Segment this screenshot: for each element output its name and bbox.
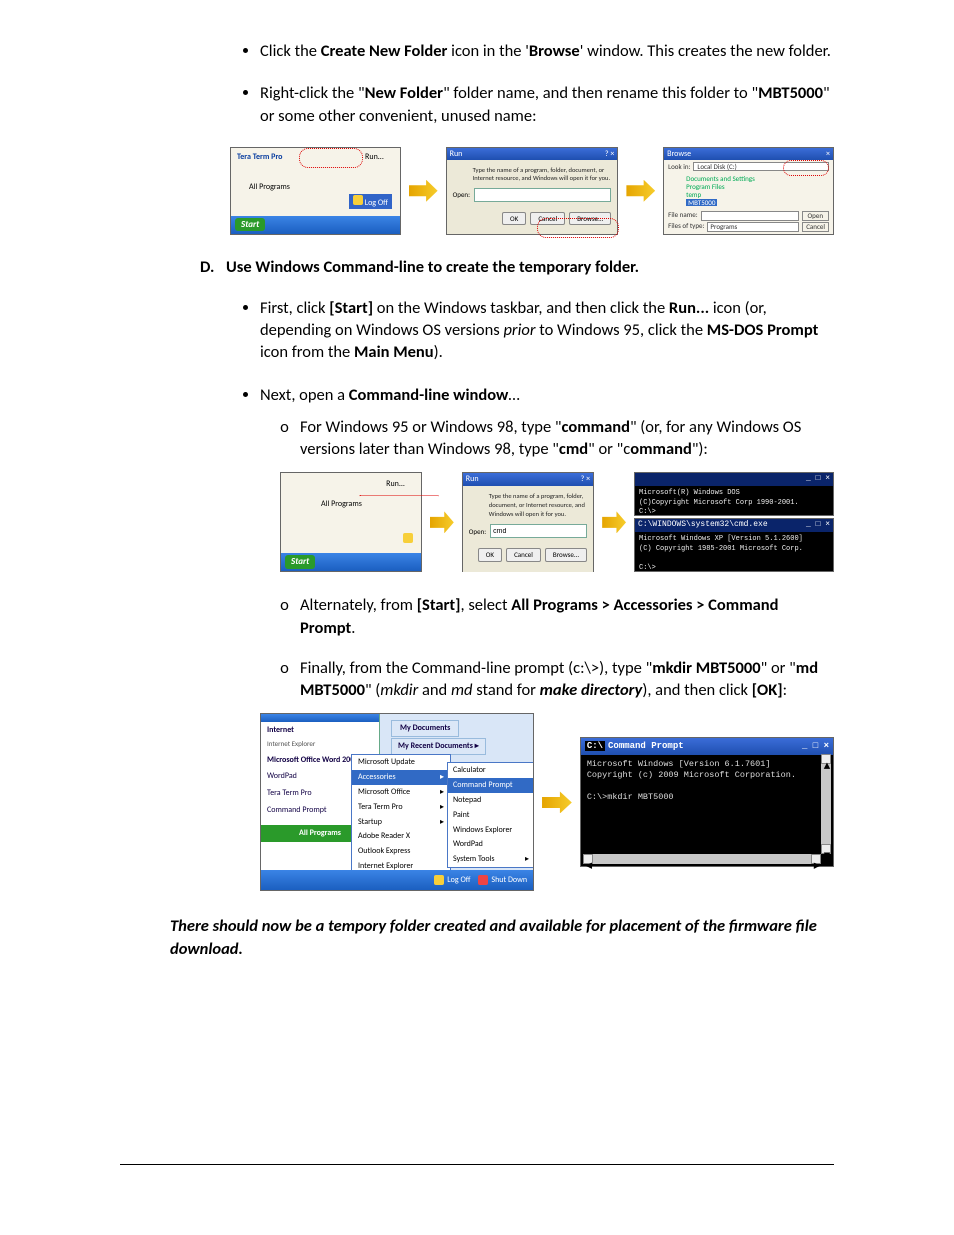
taskbar: Start bbox=[281, 553, 421, 571]
arrow-icon bbox=[430, 511, 454, 533]
submenu-item[interactable]: Startup▸ bbox=[352, 815, 450, 830]
bullet-list-top: Click the Create New Folder icon in the … bbox=[170, 40, 834, 127]
figure-row-1: Tera Term Pro All Programs Run... Log Of… bbox=[230, 147, 834, 235]
start-button[interactable]: Start bbox=[235, 218, 265, 231]
start-app-label: Tera Term Pro bbox=[237, 152, 282, 162]
my-recent-docs[interactable]: My Recent Documents ▸ bbox=[391, 738, 486, 755]
bullet-d2: Next, open a Command-line window… For Wi… bbox=[260, 384, 834, 892]
figure-row-2: Run... All Programs Start Run ? × bbox=[280, 472, 834, 572]
arrow-icon bbox=[409, 180, 438, 202]
sub-item-3: Finally, from the Command-line prompt (c… bbox=[300, 657, 834, 892]
taskbar: Start bbox=[231, 216, 400, 234]
run-open-input[interactable] bbox=[474, 188, 611, 202]
start-button[interactable]: Start bbox=[285, 555, 315, 569]
screenshot-browse-dialog: Browse× Look in: Local Disk (C:) Documen… bbox=[663, 147, 834, 235]
highlight-line bbox=[359, 495, 439, 498]
screenshot-start-menu-2: Run... All Programs Start bbox=[280, 472, 422, 572]
submenu-item-accessories[interactable]: Accessories▸ bbox=[352, 770, 450, 785]
browse-titlebar: Browse× bbox=[664, 148, 833, 160]
arrow-icon bbox=[602, 511, 626, 533]
browse-item[interactable]: Program Files bbox=[686, 183, 829, 191]
closing-note: There should now be a tempory folder cre… bbox=[170, 915, 834, 960]
submenu-item-cmd[interactable]: Command Prompt bbox=[448, 778, 534, 793]
sub-item-2: Alternately, from [Start], select All Pr… bbox=[300, 594, 834, 639]
cancel-button[interactable]: Cancel bbox=[506, 548, 541, 561]
footer-rule bbox=[120, 1164, 834, 1165]
run-help-text: Type the name of a program, folder, docu… bbox=[489, 492, 587, 518]
screenshot-run-dialog: Run? × Type the name of a program, folde… bbox=[446, 147, 619, 235]
lookin-label: Look in: bbox=[668, 163, 690, 171]
close-icon[interactable]: ? × bbox=[605, 149, 615, 159]
document-page: Click the Create New Folder icon in the … bbox=[0, 0, 954, 1235]
submenu-1: Microsoft Update Accessories▸ Microsoft … bbox=[351, 754, 451, 889]
my-documents[interactable]: My Documents bbox=[391, 720, 459, 737]
highlight-newfolder-icon bbox=[783, 160, 829, 176]
submenu-item[interactable]: System Tools▸ bbox=[448, 852, 534, 867]
submenu-item[interactable]: WordPad bbox=[448, 837, 534, 852]
submenu-2: Calculator Command Prompt Notepad Paint … bbox=[447, 762, 534, 868]
submenu-item[interactable]: Microsoft Update bbox=[352, 755, 450, 770]
bullet-list-d: First, click [Start] on the Windows task… bbox=[170, 297, 834, 892]
close-icon[interactable]: ? × bbox=[581, 474, 591, 485]
ok-button[interactable]: OK bbox=[478, 548, 502, 561]
bullet-d1: First, click [Start] on the Windows task… bbox=[260, 297, 834, 364]
screenshot-cmd-dos: _ □ × Microsoft(R) Windows DOS (C)Copyri… bbox=[634, 472, 834, 516]
close-icon[interactable]: × bbox=[826, 149, 830, 159]
logoff-button[interactable]: Log Off bbox=[434, 875, 470, 886]
bullet-rename-folder: Right-click the "New Folder" folder name… bbox=[260, 82, 834, 127]
sub-item-1: For Windows 95 or Windows 98, type "comm… bbox=[300, 416, 834, 573]
arrow-icon bbox=[542, 791, 572, 813]
logoff-label: Log Off bbox=[349, 194, 392, 209]
run-title: Run bbox=[466, 474, 479, 485]
screenshot-cmd-mkdir: C:\Command Prompt_ □ × Microsoft Windows… bbox=[580, 737, 834, 867]
run-help-text: Type the name of a program, folder, docu… bbox=[473, 166, 612, 182]
screenshot-programs-menu: Internet Internet Explorer Microsoft Off… bbox=[260, 713, 534, 891]
ok-button[interactable]: OK bbox=[502, 212, 526, 225]
submenu-item[interactable]: Calculator bbox=[448, 763, 534, 778]
open-button[interactable]: Open bbox=[802, 211, 829, 221]
highlight-browse bbox=[537, 218, 619, 238]
window-controls[interactable]: _ □ × bbox=[802, 740, 829, 752]
run-label: Run... bbox=[365, 152, 384, 162]
arrow-icon bbox=[626, 180, 655, 202]
run-open-input[interactable] bbox=[490, 524, 587, 538]
submenu-item[interactable]: Outlook Express bbox=[352, 844, 450, 859]
cancel-button[interactable]: Cancel bbox=[802, 222, 829, 232]
section-d-heading: D.Use Windows Command-line to create the… bbox=[200, 257, 834, 277]
all-programs-label: All Programs bbox=[249, 182, 290, 192]
scrollbar-h[interactable]: ◂▸ bbox=[583, 854, 821, 864]
open-label: Open: bbox=[469, 527, 486, 536]
submenu-item[interactable]: Microsoft Office▸ bbox=[352, 785, 450, 800]
open-label: Open: bbox=[453, 190, 470, 199]
window-controls[interactable]: _ □ × bbox=[806, 520, 830, 531]
shutdown-button[interactable]: Shut Down bbox=[478, 875, 527, 886]
figure-row-3: Internet Internet Explorer Microsoft Off… bbox=[260, 713, 834, 891]
cmd-title: C:\WINDOWS\system32\cmd.exe bbox=[638, 520, 768, 531]
filename-label: File name: bbox=[668, 211, 697, 221]
logoff-icon bbox=[403, 533, 413, 543]
run-titlebar: Run? × bbox=[447, 148, 618, 160]
scrollbar-v[interactable]: ▴▾ bbox=[821, 754, 831, 854]
highlight-run bbox=[299, 148, 363, 168]
submenu-item[interactable]: Paint bbox=[448, 808, 534, 823]
submenu-item[interactable]: Tera Term Pro▸ bbox=[352, 800, 450, 815]
filetype-label: Files of type: bbox=[668, 222, 704, 232]
cmd-title: Command Prompt bbox=[608, 741, 684, 751]
submenu-item[interactable]: Adobe Reader X bbox=[352, 829, 450, 844]
submenu-item[interactable]: Notepad bbox=[448, 793, 534, 808]
sub-list: For Windows 95 or Windows 98, type "comm… bbox=[260, 416, 834, 892]
submenu-item[interactable]: Windows Explorer bbox=[448, 823, 534, 838]
browse-item-selected[interactable]: MBT5000 bbox=[686, 199, 717, 207]
all-programs-label: All Programs bbox=[321, 499, 362, 510]
run-label: Run... bbox=[386, 479, 405, 490]
screenshot-start-menu: Tera Term Pro All Programs Run... Log Of… bbox=[230, 147, 401, 235]
screenshot-run-dialog-2: Run ? × Type the name of a program, folde… bbox=[462, 472, 594, 572]
bullet-create-folder: Click the Create New Folder icon in the … bbox=[260, 40, 834, 62]
browse-button[interactable]: Browse... bbox=[545, 548, 587, 561]
window-controls[interactable]: _ □ × bbox=[806, 474, 830, 485]
filename-input[interactable] bbox=[701, 211, 799, 221]
screenshot-cmd-xp: C:\WINDOWS\system32\cmd.exe_ □ × Microso… bbox=[634, 518, 834, 572]
filetype-value[interactable]: Programs bbox=[707, 222, 799, 232]
menu-internet-sub: Internet Explorer bbox=[261, 736, 379, 751]
